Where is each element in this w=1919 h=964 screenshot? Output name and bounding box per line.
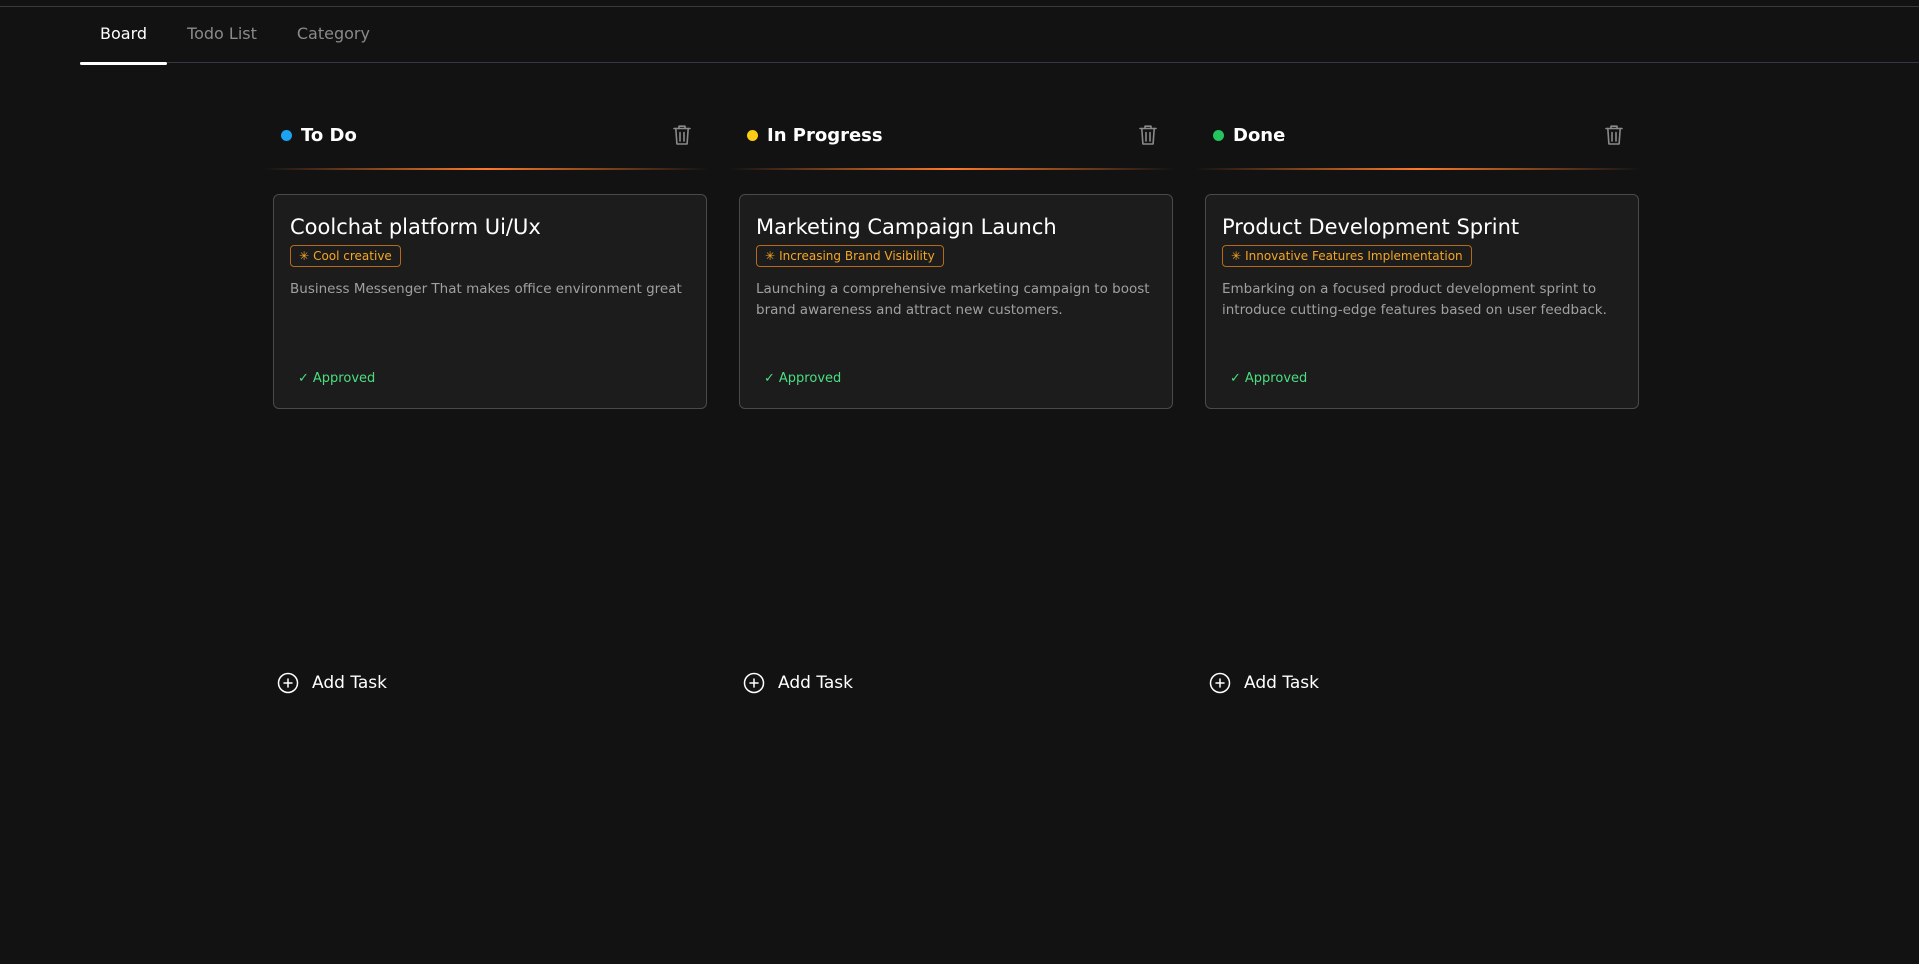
task-title: Coolchat platform Ui/Ux <box>290 215 541 239</box>
delete-column-button[interactable] <box>665 118 699 152</box>
board-columns: To Do Coolchat platform Ui/Ux ✳ Cool cre… <box>263 100 1643 720</box>
add-task-label: Add Task <box>312 673 388 693</box>
sparkle-icon: ✳ <box>765 249 776 263</box>
category-label: Cool creative <box>313 249 392 263</box>
view-tabs: Board Todo List Category <box>80 7 1919 65</box>
status-label: Approved <box>778 371 842 386</box>
add-task-label: Add Task <box>1244 673 1320 693</box>
sparkle-icon: ✳ <box>1231 249 1242 263</box>
check-icon: ✓ <box>764 371 775 386</box>
delete-column-button[interactable] <box>1131 118 1165 152</box>
delete-column-button[interactable] <box>1597 118 1631 152</box>
column-in-progress: In Progress Marketing Campaign Launch ✳ … <box>729 100 1175 720</box>
status-badge: ✓ Approved <box>764 371 841 386</box>
column-todo: To Do Coolchat platform Ui/Ux ✳ Cool cre… <box>263 100 709 720</box>
task-card[interactable]: Marketing Campaign Launch ✳ Increasing B… <box>739 194 1173 409</box>
status-label: Approved <box>312 371 376 386</box>
status-badge: ✓ Approved <box>1230 371 1307 386</box>
column-title: Done <box>1233 124 1286 146</box>
status-dot <box>281 129 292 141</box>
task-description: Business Messenger That makes office env… <box>290 281 682 297</box>
tab-category[interactable]: Category <box>277 7 390 63</box>
tab-todo-list[interactable]: Todo List <box>167 7 277 63</box>
category-badge: ✳ Increasing Brand Visibility <box>756 245 944 267</box>
add-task-label: Add Task <box>778 673 854 693</box>
column-title: To Do <box>301 124 357 146</box>
add-task-button[interactable]: Add Task <box>743 672 853 694</box>
task-title: Product Development Sprint <box>1222 215 1520 239</box>
check-icon: ✓ <box>1230 371 1241 386</box>
check-icon: ✓ <box>298 371 309 386</box>
status-dot <box>747 129 758 141</box>
column-header: To Do <box>263 100 709 170</box>
tab-board[interactable]: Board <box>80 7 168 65</box>
task-card[interactable]: Product Development Sprint ✳ Innovative … <box>1205 194 1639 409</box>
trash-icon <box>1139 125 1157 145</box>
column-done: Done Product Development Sprint ✳ Innova… <box>1195 100 1641 720</box>
status-label: Approved <box>1244 371 1308 386</box>
task-card[interactable]: Coolchat platform Ui/Ux ✳ Cool creative … <box>273 194 707 409</box>
status-dot <box>1213 129 1224 141</box>
task-description: Launching a comprehensive marketing camp… <box>756 281 1150 318</box>
category-badge: ✳ Innovative Features Implementation <box>1222 245 1472 267</box>
category-label: Increasing Brand Visibility <box>779 249 935 263</box>
add-task-button[interactable]: Add Task <box>1209 672 1319 694</box>
plus-circle-icon <box>743 672 765 694</box>
category-label: Innovative Features Implementation <box>1245 249 1463 263</box>
plus-circle-icon <box>1209 672 1231 694</box>
column-header: Done <box>1195 100 1641 170</box>
status-badge: ✓ Approved <box>298 371 375 386</box>
column-header: In Progress <box>729 100 1175 170</box>
add-task-button[interactable]: Add Task <box>277 672 387 694</box>
task-description: Embarking on a focused product developme… <box>1222 281 1607 318</box>
plus-circle-icon <box>277 672 299 694</box>
column-title: In Progress <box>767 124 883 146</box>
sparkle-icon: ✳ <box>299 249 310 263</box>
trash-icon <box>673 125 691 145</box>
task-title: Marketing Campaign Launch <box>756 215 1057 239</box>
category-badge: ✳ Cool creative <box>290 245 401 267</box>
trash-icon <box>1605 125 1623 145</box>
